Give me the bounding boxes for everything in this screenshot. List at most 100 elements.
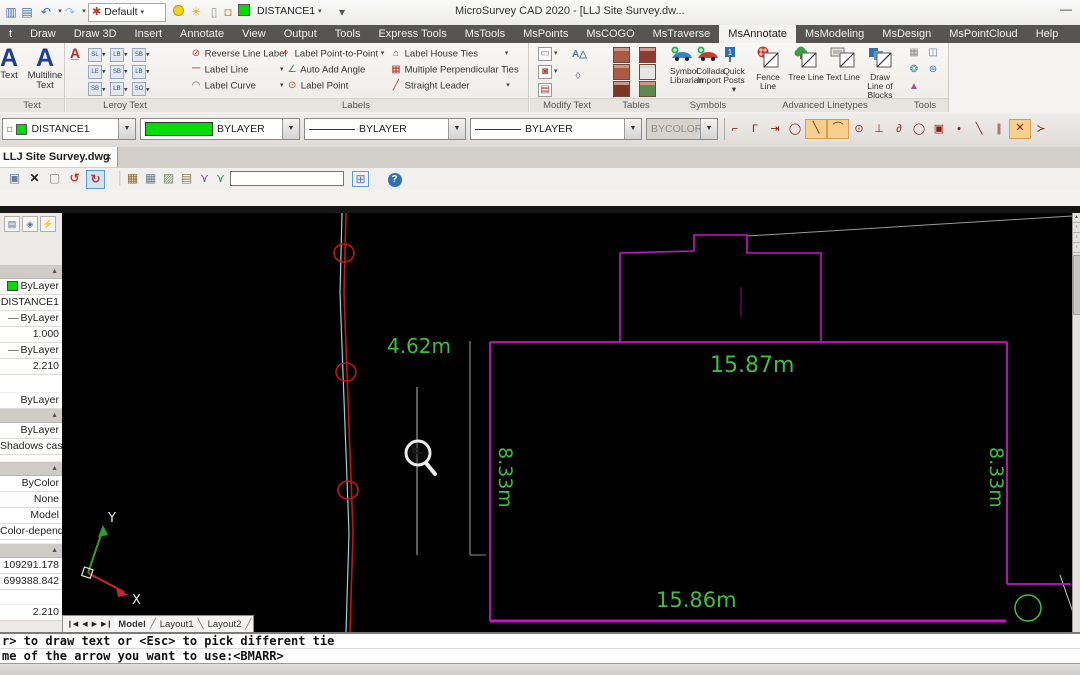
last-tab-icon[interactable]: ▶❙: [99, 620, 114, 628]
palette-section-header[interactable]: ▲: [0, 409, 62, 423]
layer-manager-icon[interactable]: ▦: [124, 170, 141, 187]
tab-msmodeling[interactable]: MsModeling: [796, 25, 873, 43]
palette-row-plotstyle[interactable]: ByColor: [0, 476, 62, 492]
purple-filter-icon[interactable]: ⋎: [196, 170, 213, 187]
table-icon[interactable]: [613, 47, 630, 63]
palette-section-header[interactable]: ▲: [0, 462, 62, 476]
panel-collapse-icon[interactable]: ‹: [1073, 223, 1080, 233]
tab-output[interactable]: Output: [275, 25, 326, 43]
snap-extension-icon[interactable]: ≻: [1031, 120, 1051, 138]
palette-row-material[interactable]: ByLayer: [0, 393, 62, 409]
modify-text-icon[interactable]: ▤: [538, 83, 552, 97]
draw-line-of-blocks-button[interactable]: Draw Line of Blocks: [862, 46, 898, 100]
tab-view[interactable]: View: [233, 25, 275, 43]
text-rotate-icon[interactable]: ◊: [572, 71, 584, 83]
tree-line-button[interactable]: Tree Line: [788, 46, 824, 82]
lock-icon[interactable]: ◘: [220, 4, 236, 20]
lightbulb-icon[interactable]: [170, 4, 186, 20]
layer-states-icon[interactable]: ▦: [142, 170, 159, 187]
leroy-style-icon[interactable]: SB: [88, 82, 102, 97]
prev-tab-icon[interactable]: ◀: [80, 620, 89, 628]
panel-collapse-icon[interactable]: ‹: [1073, 233, 1080, 243]
save-icon[interactable]: ▥: [3, 4, 19, 20]
sun-icon[interactable]: ✳: [188, 4, 204, 20]
palette-icon[interactable]: ▤: [4, 216, 20, 232]
label-line-button[interactable]: ᠆᠆ Label Line: [190, 63, 249, 77]
leroy-style-icon[interactable]: SB: [131, 47, 146, 62]
table-icon[interactable]: [639, 47, 656, 63]
palette-row-shadows[interactable]: Shadows cast..: [0, 439, 62, 455]
layer-walk-icon[interactable]: ▨: [160, 170, 177, 187]
symbol-librarian-button[interactable]: Symbol Librarian: [670, 46, 703, 85]
tool-icon[interactable]: ▲: [908, 81, 920, 93]
tab-layout2[interactable]: Layout2: [204, 619, 246, 630]
save-as-icon[interactable]: ▤: [19, 4, 35, 20]
label-curve-button[interactable]: ◠ Label Curve: [190, 79, 256, 93]
palette-row-material2[interactable]: ByLayer: [0, 423, 62, 439]
close-icon[interactable]: ✕: [104, 147, 112, 167]
snap-intersection-icon[interactable]: ✕: [1009, 119, 1031, 139]
refresh-icon[interactable]: ↺: [66, 170, 83, 187]
chevron-down-icon[interactable]: ▼: [282, 119, 299, 139]
table-icon[interactable]: [613, 81, 630, 97]
tab-mspoints[interactable]: MsPoints: [514, 25, 577, 43]
snap-center-icon[interactable]: ◯: [785, 120, 805, 138]
tab-mstools[interactable]: MsTools: [456, 25, 514, 43]
snap-parallel-icon[interactable]: ∥: [989, 120, 1009, 138]
qat-overflow-icon[interactable]: ▾: [334, 4, 350, 20]
layer-filter-input[interactable]: [230, 171, 344, 186]
text-align-icon[interactable]: A△: [572, 49, 587, 61]
vertical-scrollbar[interactable]: ▲ ‹ ‹ ‹: [1072, 213, 1080, 632]
palette-row-layer[interactable]: DISTANCE1: [0, 295, 62, 311]
document-tab[interactable]: LLJ Site Survey.dwg ✕: [0, 147, 118, 167]
palette-row-center-x[interactable]: 109291.178: [0, 558, 62, 574]
tab-partial[interactable]: t: [0, 25, 21, 43]
minimize-button[interactable]: —: [1060, 2, 1072, 16]
tab-draw3d[interactable]: Draw 3D: [65, 25, 126, 43]
snap-tangent-icon[interactable]: ∂: [889, 120, 909, 138]
tab-mspointcloud[interactable]: MsPointCloud: [940, 25, 1026, 43]
tab-draw[interactable]: Draw: [21, 25, 65, 43]
tool-icon[interactable]: ◫: [927, 47, 939, 59]
tab-help[interactable]: Help: [1027, 25, 1068, 43]
scroll-up-icon[interactable]: ▲: [1073, 213, 1080, 223]
multiple-perpendicular-ties-button[interactable]: ▦ Multiple Perpendicular Ties: [390, 63, 518, 77]
table-icon[interactable]: [613, 64, 630, 80]
multiline-text-button[interactable]: A Multiline Text: [26, 45, 64, 91]
palette-quickselect-icon[interactable]: ◈: [22, 216, 38, 232]
palette-section-header[interactable]: ▲: [0, 265, 62, 279]
snap-point-icon[interactable]: •: [949, 120, 969, 138]
linetype-combo[interactable]: BYLAYER ▼: [304, 118, 466, 140]
qat-layer-select[interactable]: DISTANCE1 ▾: [254, 3, 332, 20]
snap-endpoint-icon[interactable]: Γ: [745, 120, 765, 138]
tool-icon[interactable]: ❂: [908, 64, 920, 76]
tab-msannotate[interactable]: MsAnnotate: [719, 25, 796, 43]
leroy-style-icon[interactable]: LE: [88, 65, 102, 80]
leroy-style-icon[interactable]: SL: [88, 47, 102, 62]
text-button[interactable]: A Text: [0, 45, 26, 81]
snap-circle-icon[interactable]: ◯: [909, 120, 929, 138]
palette-row-thickness[interactable]: 2.210: [0, 359, 62, 375]
command-line-area[interactable]: r> to draw text or <Esc> to pick differe…: [0, 632, 1080, 665]
modify-text-icon[interactable]: ▭: [538, 47, 552, 61]
label-house-ties-button[interactable]: ⌂ Label House Ties ▾: [390, 47, 508, 61]
tool-icon[interactable]: ▦: [908, 47, 920, 59]
leroy-style-icon[interactable]: LB: [109, 47, 124, 62]
snap-midpoint-icon[interactable]: ⇥: [765, 120, 785, 138]
layer-combo[interactable]: ◘ DISTANCE1 ▼: [2, 118, 136, 140]
tab-express-tools[interactable]: Express Tools: [369, 25, 455, 43]
tab-mscogo[interactable]: MsCOGO: [577, 25, 643, 43]
leroy-style-icon[interactable]: SO: [131, 82, 146, 97]
leroy-style-icon[interactable]: SB: [109, 65, 124, 80]
scrollbar-thumb[interactable]: [1073, 255, 1080, 315]
tab-msdesign[interactable]: MsDesign: [873, 25, 940, 43]
auto-add-angle-button[interactable]: ▾ ∠ Auto Add Angle: [280, 63, 365, 77]
snap-nearest-icon[interactable]: ╲: [805, 119, 827, 139]
first-tab-icon[interactable]: ❙◀: [65, 620, 80, 628]
chevron-down-icon[interactable]: ▼: [624, 119, 641, 139]
green-filter-icon[interactable]: ⋎: [212, 170, 229, 187]
next-tab-icon[interactable]: ▶: [90, 620, 99, 628]
tool-icon[interactable]: ⊜: [927, 64, 939, 76]
delete-icon[interactable]: ✕: [26, 170, 43, 187]
tab-tools[interactable]: Tools: [326, 25, 370, 43]
